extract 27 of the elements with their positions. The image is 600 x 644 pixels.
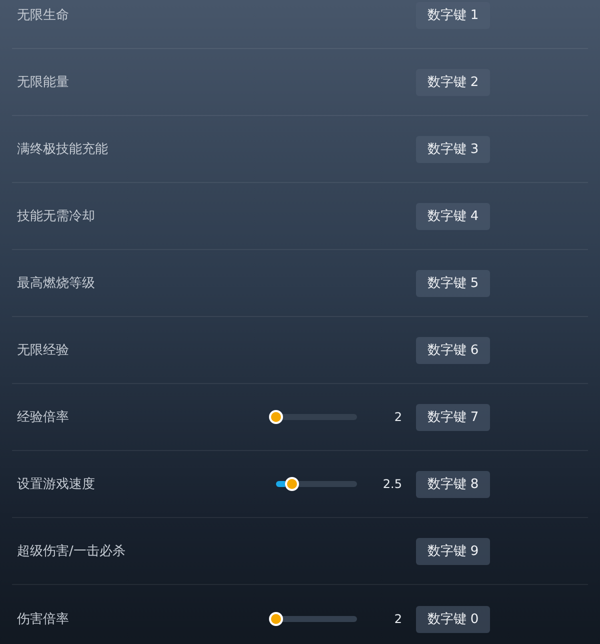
hotkey-button[interactable]: 数字键 5 xyxy=(416,270,490,296)
option-label: 无限生命 xyxy=(17,7,69,24)
slider-fill xyxy=(276,481,286,487)
slider-thumb[interactable] xyxy=(269,612,283,626)
slider-value: 2 xyxy=(393,612,402,626)
option-label: 无限能量 xyxy=(17,74,69,91)
hotkey-button[interactable]: 数字键 7 xyxy=(416,404,490,430)
option-label: 满终极技能充能 xyxy=(17,141,108,158)
option-label: 超级伤害/一击必杀 xyxy=(17,543,126,560)
hotkey-button[interactable]: 数字键 4 xyxy=(416,202,490,230)
hotkey-button[interactable]: 数字键 8 xyxy=(416,470,490,498)
hotkey-button[interactable]: 数字键 6 xyxy=(416,336,490,364)
option-label: 技能无需冷却 xyxy=(17,208,95,225)
option-label: 最高燃烧等级 xyxy=(17,275,95,292)
hotkey-button[interactable]: 数字键 2 xyxy=(416,68,490,96)
slider-thumb[interactable] xyxy=(269,410,283,424)
hotkey-button[interactable]: 数字键 1 xyxy=(416,2,490,28)
option-label: 设置游戏速度 xyxy=(17,476,95,493)
hotkey-button[interactable]: 数字键 3 xyxy=(416,136,490,162)
hotkey-button[interactable]: 数字键 9 xyxy=(416,538,490,564)
option-label: 伤害倍率 xyxy=(17,611,69,628)
option-label: 经验倍率 xyxy=(17,409,69,426)
slider-value: 2.5 xyxy=(382,477,402,491)
slider-thumb[interactable] xyxy=(285,477,300,491)
slider-value: 2 xyxy=(393,410,402,424)
hotkey-button[interactable]: 数字键 0 xyxy=(416,606,490,632)
option-label: 无限经验 xyxy=(17,342,69,359)
